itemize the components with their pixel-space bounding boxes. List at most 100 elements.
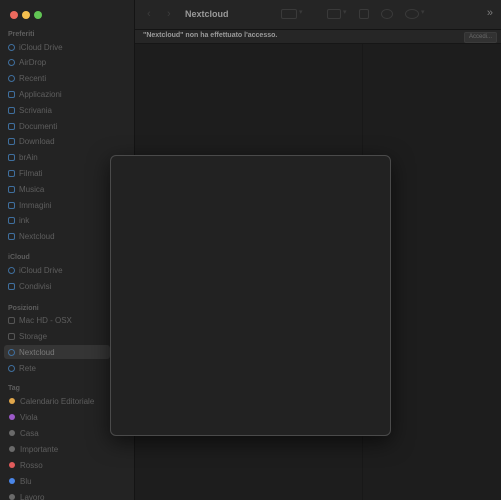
signin-button[interactable]: Accedi... bbox=[463, 32, 497, 43]
sidebar-item-rosso[interactable]: Rosso bbox=[4, 458, 110, 472]
group-chevron-down-icon[interactable]: ▾ bbox=[343, 8, 347, 16]
action-chevron-down-icon[interactable]: ▾ bbox=[421, 8, 425, 16]
sidebar-item-immagini[interactable]: Immagini bbox=[4, 198, 110, 212]
sidebar-item-label: Mac HD - OSX bbox=[19, 315, 72, 325]
cloud-icon bbox=[8, 266, 15, 274]
forward-button[interactable]: › bbox=[167, 8, 171, 20]
photo-icon bbox=[8, 201, 15, 209]
sidebar-item-nextcloud[interactable]: Nextcloud bbox=[4, 230, 110, 244]
sidebar-item-label: Importante bbox=[20, 444, 59, 454]
disk-icon bbox=[8, 316, 15, 324]
share-icon[interactable] bbox=[359, 9, 369, 19]
minimize-window-button[interactable] bbox=[22, 11, 30, 19]
sidebar-item-label: iCloud Drive bbox=[19, 265, 63, 275]
sidebar-item-nextcloud[interactable]: Nextcloud bbox=[4, 345, 110, 359]
sidebar-item-musica[interactable]: Musica bbox=[4, 182, 110, 196]
sidebar-item-label: Lavoro bbox=[20, 492, 45, 500]
tag-color-dot-icon bbox=[9, 398, 15, 404]
sidebar-item-label: Blu bbox=[20, 476, 32, 486]
sidebar-item-brain[interactable]: brAin bbox=[4, 151, 110, 165]
folder-icon bbox=[8, 217, 15, 225]
folder-icon bbox=[8, 233, 15, 241]
sidebar-item-label: Condivisi bbox=[19, 281, 52, 291]
sidebar-item-label: ink bbox=[19, 216, 30, 226]
clock-icon bbox=[8, 75, 15, 83]
sidebar-item-filmati[interactable]: Filmati bbox=[4, 166, 110, 180]
favorites-header: Preferiti bbox=[8, 31, 35, 38]
sidebar-item-blu[interactable]: Blu bbox=[4, 474, 110, 488]
sidebar-item-airdrop[interactable]: AirDrop bbox=[4, 56, 110, 70]
tag-color-dot-icon bbox=[9, 414, 15, 420]
folder-icon bbox=[8, 154, 15, 162]
view-mode-icon[interactable] bbox=[281, 9, 297, 19]
sidebar-item-label: Rete bbox=[19, 363, 36, 373]
signin-message: "Nextcloud" non ha effettuato l'accesso. bbox=[143, 32, 278, 39]
sidebar-item-lavoro[interactable]: Lavoro bbox=[4, 490, 110, 500]
desktop-icon bbox=[8, 106, 15, 114]
tag-color-dot-icon bbox=[9, 462, 15, 468]
sidebar-item-viola[interactable]: Viola bbox=[4, 410, 110, 424]
sidebar-item-label: Nextcloud bbox=[19, 232, 55, 242]
icloud-header: iCloud bbox=[8, 254, 30, 261]
sidebar-item-label: brAin bbox=[19, 153, 38, 163]
sidebar-item-download[interactable]: Download bbox=[4, 135, 110, 149]
shared-folder-icon bbox=[8, 282, 15, 290]
sidebar-item-rete[interactable]: Rete bbox=[4, 361, 110, 375]
sidebar-item-label: Filmati bbox=[19, 168, 43, 178]
sidebar-item-label: Immagini bbox=[19, 200, 52, 210]
sidebar-item-condivisi[interactable]: Condivisi bbox=[4, 279, 110, 293]
sidebar-item-casa[interactable]: Casa bbox=[4, 426, 110, 440]
finder-window: Preferiti iCloud Drive AirDrop Recenti Appl… bbox=[0, 0, 501, 500]
back-button[interactable]: ‹ bbox=[147, 8, 151, 20]
window-controls bbox=[10, 11, 42, 19]
group-icon[interactable] bbox=[327, 9, 341, 19]
sidebar-item-calendario-editoriale[interactable]: Calendario Editoriale bbox=[4, 394, 110, 408]
tag-color-dot-icon bbox=[9, 494, 15, 500]
tag-icon[interactable] bbox=[381, 9, 393, 19]
sidebar-item-label: Nextcloud bbox=[19, 347, 55, 357]
locations-header: Posizioni bbox=[8, 305, 39, 312]
sidebar-item-icloud-drive[interactable]: iCloud Drive bbox=[4, 263, 110, 277]
window-title: Nextcloud bbox=[185, 9, 229, 19]
sidebar-item-mac-hd-osx[interactable]: Mac HD - OSX bbox=[4, 313, 110, 327]
disk-icon bbox=[8, 332, 15, 340]
sidebar-item-label: Download bbox=[19, 137, 55, 147]
sidebar-item-scrivania[interactable]: Scrivania bbox=[4, 103, 110, 117]
sidebar-item-applicazioni[interactable]: Applicazioni bbox=[4, 87, 110, 101]
view-mode-chevron-down-icon[interactable]: ▾ bbox=[299, 8, 303, 16]
cloud-icon bbox=[8, 43, 15, 51]
sidebar-item-label: Calendario Editoriale bbox=[20, 396, 95, 406]
sidebar-item-importante[interactable]: Importante bbox=[4, 442, 110, 456]
sidebar-item-label: AirDrop bbox=[19, 58, 47, 68]
zoom-window-button[interactable] bbox=[34, 11, 42, 19]
cloud-icon bbox=[8, 348, 15, 356]
modal-sheet bbox=[110, 155, 391, 436]
toolbar: ‹ › Nextcloud ▾ ▾ ▾ » bbox=[135, 0, 501, 30]
tag-color-dot-icon bbox=[9, 478, 15, 484]
sidebar-item-label: Applicazioni bbox=[19, 89, 62, 99]
sidebar-item-label: Musica bbox=[19, 184, 45, 194]
applications-icon bbox=[8, 90, 15, 98]
sidebar-item-documenti[interactable]: Documenti bbox=[4, 119, 110, 133]
document-icon bbox=[8, 122, 15, 130]
tag-color-dot-icon bbox=[9, 430, 15, 436]
sidebar-item-label: Scrivania bbox=[19, 105, 52, 115]
sidebar-item-label: Documenti bbox=[19, 121, 58, 131]
signin-infobar: "Nextcloud" non ha effettuato l'accesso.… bbox=[135, 30, 501, 44]
sidebar-item-label: Recenti bbox=[19, 74, 47, 84]
sidebar-item-recenti[interactable]: Recenti bbox=[4, 72, 110, 86]
tags-header: Tag bbox=[8, 385, 20, 392]
sidebar-item-storage[interactable]: Storage bbox=[4, 329, 110, 343]
sidebar-item-icloud-drive[interactable]: iCloud Drive bbox=[4, 40, 110, 54]
music-icon bbox=[8, 185, 15, 193]
sidebar-item-label: Casa bbox=[20, 428, 39, 438]
sidebar-item-label: Viola bbox=[20, 412, 38, 422]
airdrop-icon bbox=[8, 59, 15, 67]
sidebar-item-ink[interactable]: ink bbox=[4, 214, 110, 228]
film-icon bbox=[8, 169, 15, 177]
sidebar-item-label: Storage bbox=[19, 331, 48, 341]
tag-color-dot-icon bbox=[9, 446, 15, 452]
action-icon[interactable] bbox=[405, 9, 419, 19]
close-window-button[interactable] bbox=[10, 11, 18, 19]
more-toolbar-button[interactable]: » bbox=[487, 7, 493, 19]
